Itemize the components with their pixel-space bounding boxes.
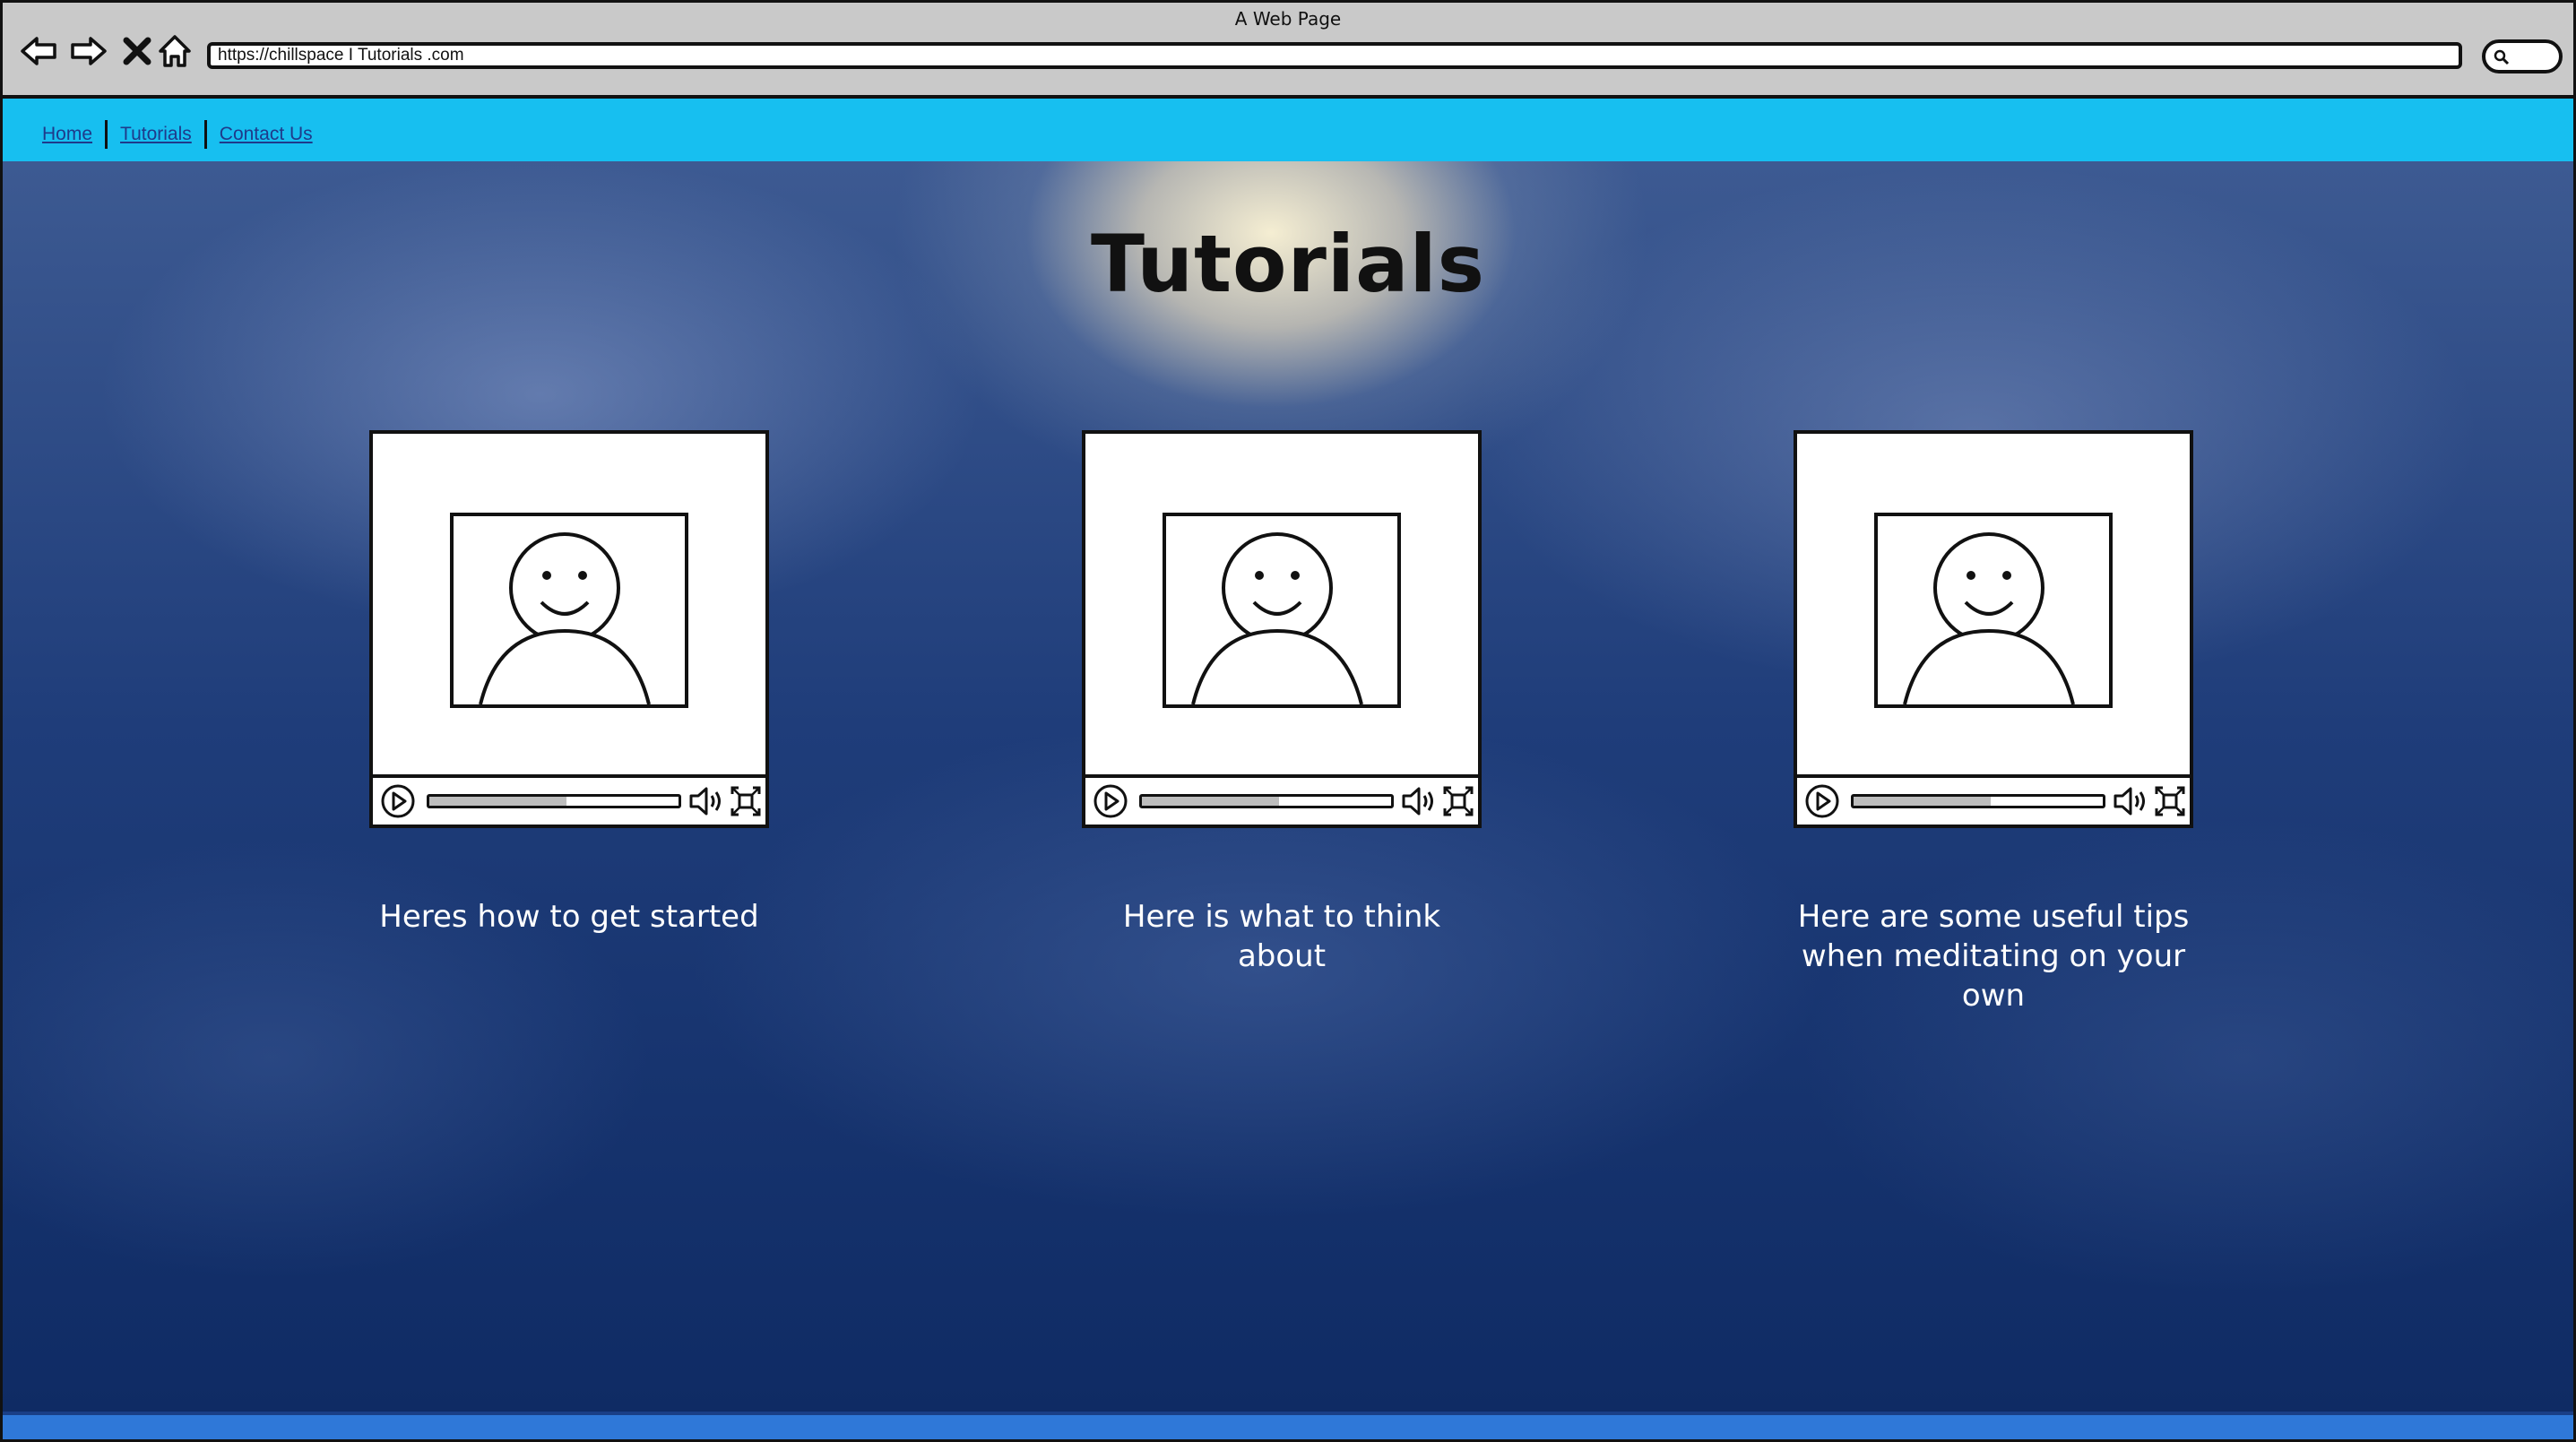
video-progress-bar[interactable] bbox=[427, 794, 681, 808]
fullscreen-icon[interactable] bbox=[730, 785, 762, 817]
back-arrow-icon[interactable] bbox=[17, 30, 60, 73]
search-button[interactable] bbox=[2482, 39, 2563, 73]
video-placeholder-image bbox=[450, 513, 688, 708]
video-caption: Heres how to get started bbox=[379, 899, 759, 935]
video-player[interactable] bbox=[1794, 430, 2193, 828]
play-icon[interactable] bbox=[380, 783, 416, 819]
nav-divider bbox=[105, 120, 108, 149]
video-progress-bar[interactable] bbox=[1139, 794, 1394, 808]
volume-icon[interactable] bbox=[688, 785, 726, 817]
page-title: Tutorials bbox=[1090, 218, 1486, 310]
url-text: https://chillspace I Tutorials .com bbox=[218, 46, 464, 65]
volume-icon[interactable] bbox=[2113, 785, 2150, 817]
nav-item-tutorials[interactable]: Tutorials bbox=[120, 124, 192, 145]
forward-arrow-icon[interactable] bbox=[67, 30, 110, 73]
video-placeholder-image bbox=[1874, 513, 2113, 708]
video-controls bbox=[1797, 774, 2190, 825]
video-placeholder-image bbox=[1163, 513, 1401, 708]
video-player[interactable] bbox=[1082, 430, 1482, 828]
window-title: A Web Page bbox=[1234, 8, 1342, 30]
browser-window: A Web Page https://chillspace I Tutorial… bbox=[0, 0, 2576, 1442]
video-progress-fill bbox=[1142, 797, 1279, 806]
close-icon[interactable] bbox=[116, 30, 159, 73]
video-controls bbox=[1085, 774, 1478, 825]
nav-links: Home Tutorials Contact Us bbox=[42, 120, 313, 149]
video-caption: Here is what to think about bbox=[1122, 899, 1441, 974]
video-progress-bar[interactable] bbox=[1851, 794, 2105, 808]
person-icon bbox=[1903, 532, 2075, 704]
video-player[interactable] bbox=[369, 430, 769, 828]
nav-item-contact-us[interactable]: Contact Us bbox=[220, 124, 313, 145]
fullscreen-icon[interactable] bbox=[1442, 785, 1474, 817]
video-controls bbox=[373, 774, 765, 825]
video-progress-fill bbox=[1854, 797, 1991, 806]
site-navbar: Home Tutorials Contact Us bbox=[3, 99, 2573, 161]
url-bar[interactable]: https://chillspace I Tutorials .com bbox=[207, 42, 2462, 69]
fullscreen-icon[interactable] bbox=[2154, 785, 2186, 817]
video-caption: Here are some useful tips when meditatin… bbox=[1797, 899, 2190, 1014]
page-footer-bar bbox=[3, 1412, 2573, 1439]
play-icon[interactable] bbox=[1093, 783, 1128, 819]
video-progress-fill bbox=[429, 797, 566, 806]
person-icon bbox=[1191, 532, 1363, 704]
browser-toolbar: A Web Page https://chillspace I Tutorial… bbox=[3, 3, 2573, 99]
person-icon bbox=[479, 532, 651, 704]
volume-icon[interactable] bbox=[1401, 785, 1439, 817]
nav-divider bbox=[203, 120, 207, 149]
home-icon[interactable] bbox=[153, 30, 196, 73]
play-icon[interactable] bbox=[1804, 783, 1840, 819]
search-icon bbox=[2494, 49, 2510, 65]
nav-item-home[interactable]: Home bbox=[42, 124, 92, 145]
